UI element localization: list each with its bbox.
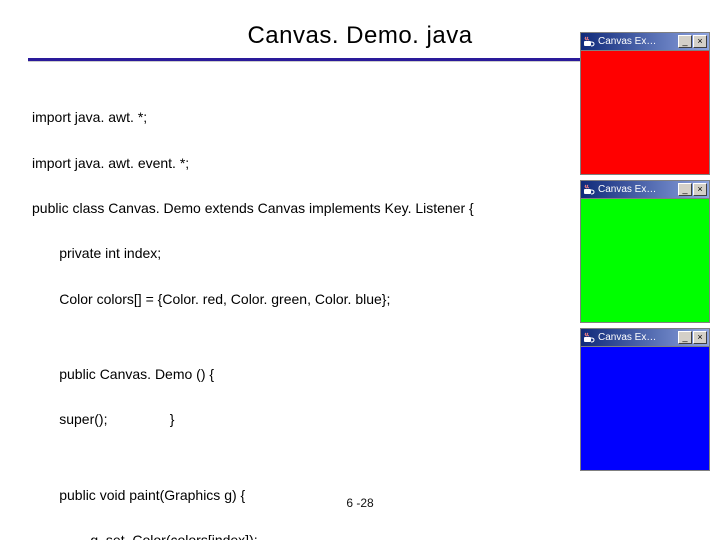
- canvas-window-red: Canvas Ex… _ ×: [580, 32, 710, 175]
- code-line: public Canvas. Demo () {: [32, 367, 562, 382]
- java-cup-icon: [583, 332, 595, 344]
- code-line: Color colors[] = {Color. red, Color. gre…: [32, 292, 562, 307]
- close-button[interactable]: ×: [693, 183, 707, 196]
- code-line: g. set. Color(colors[index]);: [32, 533, 562, 540]
- code-line: super(); }: [32, 412, 562, 427]
- window-buttons: _ ×: [678, 183, 707, 196]
- canvas-client-area[interactable]: [580, 198, 710, 323]
- canvas-client-area[interactable]: [580, 346, 710, 471]
- window-titlebar[interactable]: Canvas Ex… _ ×: [580, 328, 710, 346]
- close-button[interactable]: ×: [693, 331, 707, 344]
- java-cup-icon: [583, 184, 595, 196]
- code-line: private int index;: [32, 246, 562, 261]
- window-titlebar[interactable]: Canvas Ex… _ ×: [580, 32, 710, 50]
- minimize-button[interactable]: _: [678, 35, 692, 48]
- code-line: import java. awt. event. *;: [32, 156, 562, 171]
- code-line: import java. awt. *;: [32, 110, 562, 125]
- window-title: Canvas Ex…: [598, 332, 678, 343]
- window-titlebar[interactable]: Canvas Ex… _ ×: [580, 180, 710, 198]
- minimize-button[interactable]: _: [678, 331, 692, 344]
- canvas-window-green: Canvas Ex… _ ×: [580, 180, 710, 323]
- window-buttons: _ ×: [678, 35, 707, 48]
- window-title: Canvas Ex…: [598, 184, 678, 195]
- canvas-window-blue: Canvas Ex… _ ×: [580, 328, 710, 471]
- canvas-client-area[interactable]: [580, 50, 710, 175]
- code-line: public class Canvas. Demo extends Canvas…: [32, 201, 562, 216]
- java-cup-icon: [583, 36, 595, 48]
- minimize-button[interactable]: _: [678, 183, 692, 196]
- page-number: 6 -28: [0, 496, 720, 510]
- window-buttons: _ ×: [678, 331, 707, 344]
- code-block: import java. awt. *; import java. awt. e…: [32, 80, 562, 540]
- close-button[interactable]: ×: [693, 35, 707, 48]
- slide: Canvas. Demo. java import java. awt. *; …: [0, 0, 720, 540]
- window-title: Canvas Ex…: [598, 36, 678, 47]
